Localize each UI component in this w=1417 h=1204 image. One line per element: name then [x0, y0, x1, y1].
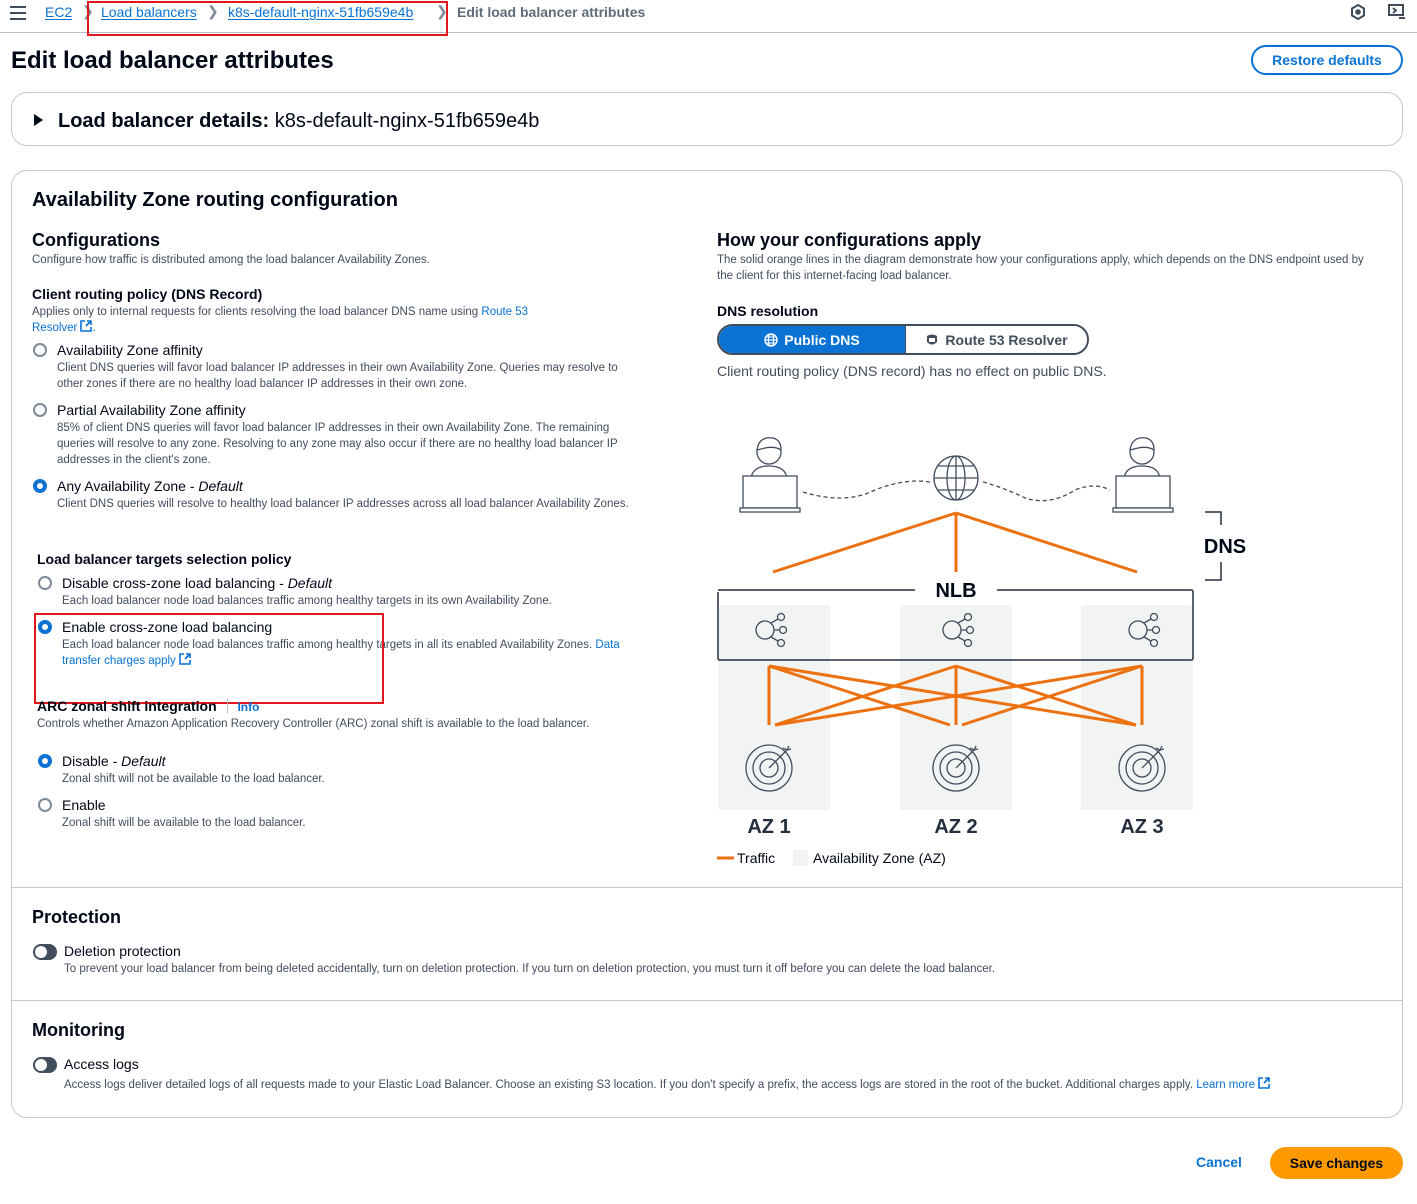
az-label: AZ 1	[747, 816, 790, 838]
load-balancer-details-expandable[interactable]: Load balancer details: k8s-default-nginx…	[11, 92, 1403, 146]
az-column-3	[1081, 605, 1193, 810]
legend-az-swatch	[793, 850, 808, 866]
legend-traffic-label: Traffic	[737, 850, 775, 866]
segment-route53-resolver[interactable]: Route 53 Resolver	[905, 326, 1087, 353]
radio-disable-cross-zone[interactable]: Disable cross-zone load balancing - Defa…	[38, 574, 638, 610]
radio-arc-enable[interactable]: Enable Zonal shift will be available to …	[38, 796, 638, 832]
access-logs-label: Access logs	[64, 1056, 139, 1072]
deletion-protection-toggle[interactable]	[33, 944, 57, 960]
dns-resolution-label: DNS resolution	[717, 303, 819, 319]
target-icon	[932, 744, 980, 792]
targets-selection-title: Load balancer targets selection policy	[37, 551, 292, 567]
az-label: AZ 3	[1120, 816, 1163, 838]
configurations-title: Configurations	[32, 230, 160, 250]
restore-defaults-button[interactable]: Restore defaults	[1251, 45, 1403, 75]
configurations-description: Configure how traffic is distributed amo…	[32, 254, 430, 266]
globe-icon	[764, 332, 778, 347]
protection-title: Protection	[32, 907, 122, 927]
breadcrumb-load-balancer-name[interactable]: k8s-default-nginx-51fb659e4b	[228, 3, 413, 21]
external-link-icon	[178, 653, 191, 665]
legend-az-label: Availability Zone (AZ)	[813, 850, 946, 866]
arc-title: ARC zonal shift integration Info	[37, 698, 260, 714]
segment-public-dns[interactable]: Public DNS	[719, 326, 905, 353]
access-logs-description: Access logs deliver detailed logs of all…	[64, 1077, 1270, 1093]
radio-partial-az-affinity[interactable]: Partial Availability Zone affinity 85% o…	[33, 401, 633, 467]
route53-icon	[927, 334, 938, 344]
top-navigation-bar: EC2 ❯ Load balancers ❯ k8s-default-nginx…	[0, 0, 1417, 36]
cloudshell-icon[interactable]	[1388, 3, 1406, 21]
connection-dashed	[802, 480, 931, 499]
target-icon	[1118, 744, 1166, 792]
dns-label: DNS	[1204, 536, 1246, 558]
breadcrumb-load-balancers[interactable]: Load balancers	[101, 3, 197, 21]
external-link-icon	[1258, 1077, 1270, 1089]
client-routing-title: Client routing policy (DNS Record)	[32, 286, 263, 302]
internet-globe-icon	[933, 455, 979, 501]
radio-button[interactable]	[33, 403, 47, 417]
traffic-line	[955, 511, 1138, 574]
radio-button[interactable]	[33, 343, 47, 357]
user-laptop-icon	[739, 437, 801, 513]
breadcrumb-separator: ❯	[82, 3, 94, 19]
arc-info-link[interactable]: Info	[237, 700, 259, 714]
learn-more-link[interactable]: Learn more	[1196, 1077, 1270, 1091]
radio-enable-cross-zone[interactable]: Enable cross-zone load balancing Each lo…	[38, 618, 638, 668]
external-link-icon	[80, 320, 93, 332]
connection-dashed	[982, 481, 1111, 502]
access-logs-toggle[interactable]	[33, 1057, 57, 1073]
dns-note: Client routing policy (DNS record) has n…	[717, 363, 1107, 379]
caret-right-icon	[34, 114, 43, 126]
details-label: Load balancer details:	[58, 110, 270, 132]
breadcrumb-current: Edit load balancer attributes	[457, 4, 646, 20]
section-divider	[12, 1000, 1402, 1001]
traffic-line	[772, 511, 957, 574]
cancel-button[interactable]: Cancel	[1196, 1154, 1242, 1170]
arc-description: Controls whether Amazon Application Reco…	[37, 718, 590, 730]
radio-button[interactable]	[38, 576, 52, 590]
breadcrumb-separator: ❯	[436, 3, 448, 19]
target-icon	[745, 744, 793, 792]
monitoring-title: Monitoring	[32, 1020, 125, 1040]
details-lb-name: k8s-default-nginx-51fb659e4b	[274, 110, 540, 132]
client-routing-description: Applies only to internal requests for cl…	[32, 306, 529, 334]
az-routing-title: Availability Zone routing configuration	[32, 189, 398, 211]
breadcrumb-ec2[interactable]: EC2	[45, 3, 72, 21]
dns-resolution-segmented-control: Public DNS Route 53 Resolver	[717, 324, 1089, 355]
breadcrumb-separator: ❯	[207, 3, 219, 19]
how-apply-title: How your configurations apply	[717, 230, 982, 250]
user-laptop-icon	[1112, 437, 1174, 513]
radio-button[interactable]	[38, 798, 52, 812]
radio-button-selected[interactable]	[33, 479, 47, 493]
menu-icon[interactable]	[10, 6, 26, 20]
deletion-protection-description: To prevent your load balancer from being…	[64, 963, 996, 975]
save-changes-button[interactable]: Save changes	[1270, 1147, 1403, 1179]
radio-button-selected[interactable]	[38, 754, 52, 768]
page-title: Edit load balancer attributes	[11, 47, 334, 74]
radio-button-selected[interactable]	[38, 620, 52, 634]
deletion-protection-label: Deletion protection	[64, 943, 181, 959]
az-label: AZ 2	[934, 816, 977, 838]
how-apply-description: The solid orange lines in the diagram de…	[717, 254, 1364, 282]
radio-any-az[interactable]: Any Availability Zone - Default Client D…	[33, 477, 633, 527]
notifications-icon[interactable]	[1349, 3, 1367, 21]
routing-diagram: DNS NLB AZ 1 AZ 2 AZ 3 Traffic Availabil…	[717, 437, 1246, 866]
section-divider	[12, 887, 1402, 888]
nlb-label: NLB	[935, 580, 976, 602]
az-column-1	[718, 605, 830, 810]
radio-arc-disable[interactable]: Disable - Default Zonal shift will not b…	[38, 752, 638, 788]
radio-az-affinity[interactable]: Availability Zone affinity Client DNS qu…	[33, 341, 633, 391]
